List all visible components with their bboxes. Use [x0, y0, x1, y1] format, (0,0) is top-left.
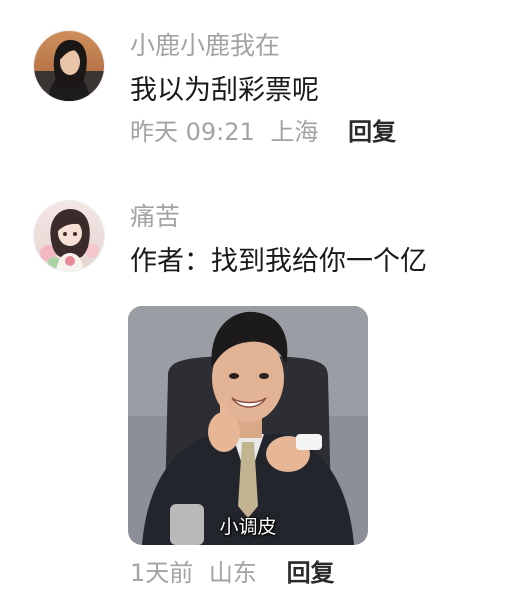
comment-location: 上海 — [270, 118, 319, 146]
comment-item: 小鹿小鹿我在 我以为刮彩票呢 昨天 09:21 上海 回复 — [0, 0, 529, 170]
user-avatar[interactable] — [33, 200, 105, 272]
meme-sticker[interactable]: 小调皮 — [128, 306, 368, 545]
comment-text: 我以为刮彩票呢 — [130, 75, 319, 106]
sticker-caption: 小调皮 — [219, 516, 277, 538]
comment-item: 痛苦 作者：找到我给你一个亿 小调皮 1天前 山东 回复 — [0, 170, 529, 611]
comment-text: 作者：找到我给你一个亿 — [130, 246, 427, 277]
avatar-illustration-icon — [34, 201, 104, 271]
comment-meta: 昨天 09:21 上海 回复 — [130, 117, 404, 147]
reply-button[interactable]: 回复 — [287, 559, 335, 587]
meme-sticker-image-icon — [128, 306, 368, 545]
comment-time: 昨天 09:21 — [130, 118, 255, 146]
comment-username[interactable]: 小鹿小鹿我在 — [130, 31, 280, 61]
reply-button[interactable]: 回复 — [348, 118, 396, 146]
comment-location: 山东 — [208, 559, 257, 587]
user-avatar[interactable] — [33, 30, 105, 102]
comment-time: 1天前 — [130, 559, 194, 587]
comment-meta: 1天前 山东 回复 — [130, 558, 343, 588]
comment-username[interactable]: 痛苦 — [130, 202, 180, 232]
avatar-photo-icon — [34, 31, 104, 101]
